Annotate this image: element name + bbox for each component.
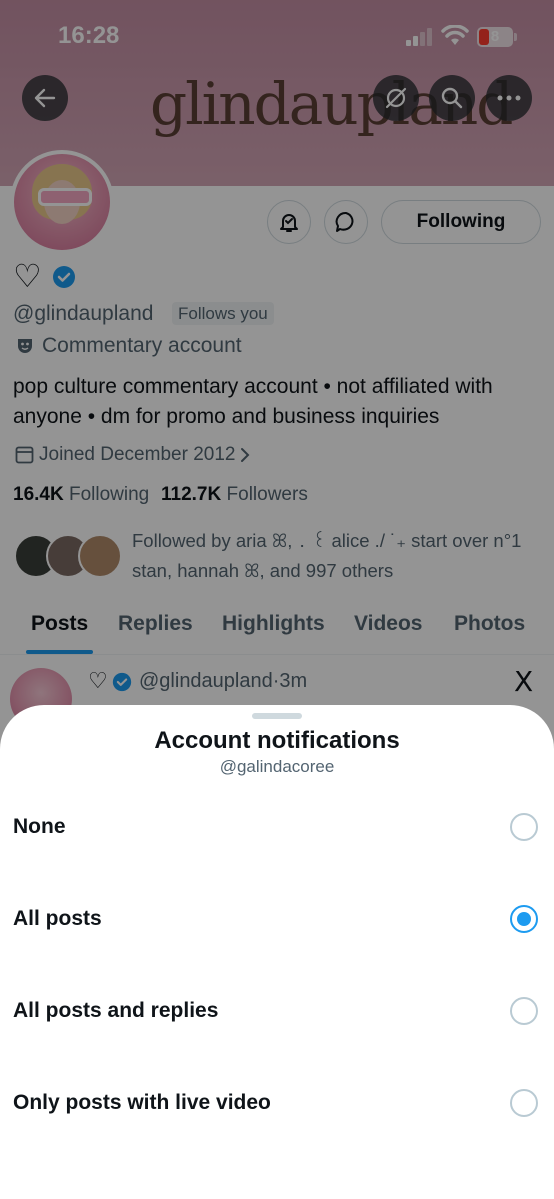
radio-button[interactable] bbox=[510, 997, 538, 1025]
radio-button-selected[interactable] bbox=[510, 905, 538, 933]
sheet-drag-handle[interactable] bbox=[252, 713, 302, 719]
radio-button[interactable] bbox=[510, 813, 538, 841]
option-label: All posts and replies bbox=[13, 999, 219, 1022]
option-label: Only posts with live video bbox=[13, 1091, 271, 1114]
radio-button[interactable] bbox=[510, 1089, 538, 1117]
option-live-video[interactable]: Only posts with live video bbox=[0, 1065, 554, 1145]
option-all-posts-and-replies[interactable]: All posts and replies bbox=[0, 973, 554, 1053]
sheet-title: Account notifications bbox=[154, 727, 400, 754]
option-label: All posts bbox=[13, 907, 102, 930]
account-notifications-sheet: Account notifications @galindacoree None… bbox=[0, 705, 554, 1199]
option-none[interactable]: None bbox=[0, 789, 554, 869]
option-all-posts[interactable]: All posts bbox=[0, 881, 554, 961]
option-label: None bbox=[13, 815, 66, 838]
sheet-subtitle: @galindacoree bbox=[219, 757, 335, 776]
